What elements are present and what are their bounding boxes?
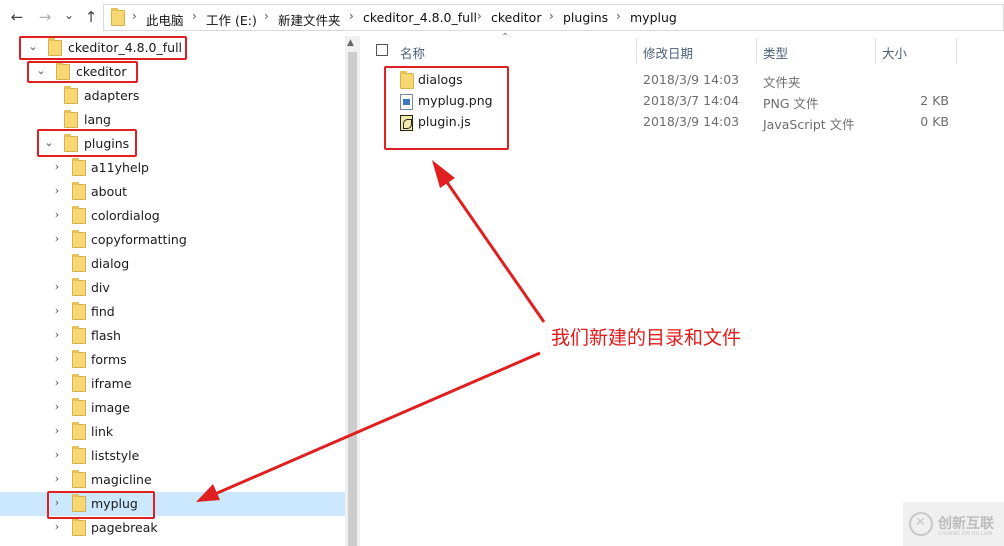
logo-icon xyxy=(909,512,933,536)
watermark-logo: 创新互联 CHUANG XIN HU LIAN xyxy=(903,502,1004,546)
watermark-title: 创新互联 xyxy=(938,516,994,532)
annotation-arrows xyxy=(196,160,546,502)
annotation-text: 我们新建的目录和文件 xyxy=(551,327,742,349)
arrow-to-myplug-folder xyxy=(196,351,541,502)
watermark-subtitle: CHUANG XIN HU LIAN xyxy=(938,531,993,537)
arrow-to-new-files xyxy=(432,160,546,323)
